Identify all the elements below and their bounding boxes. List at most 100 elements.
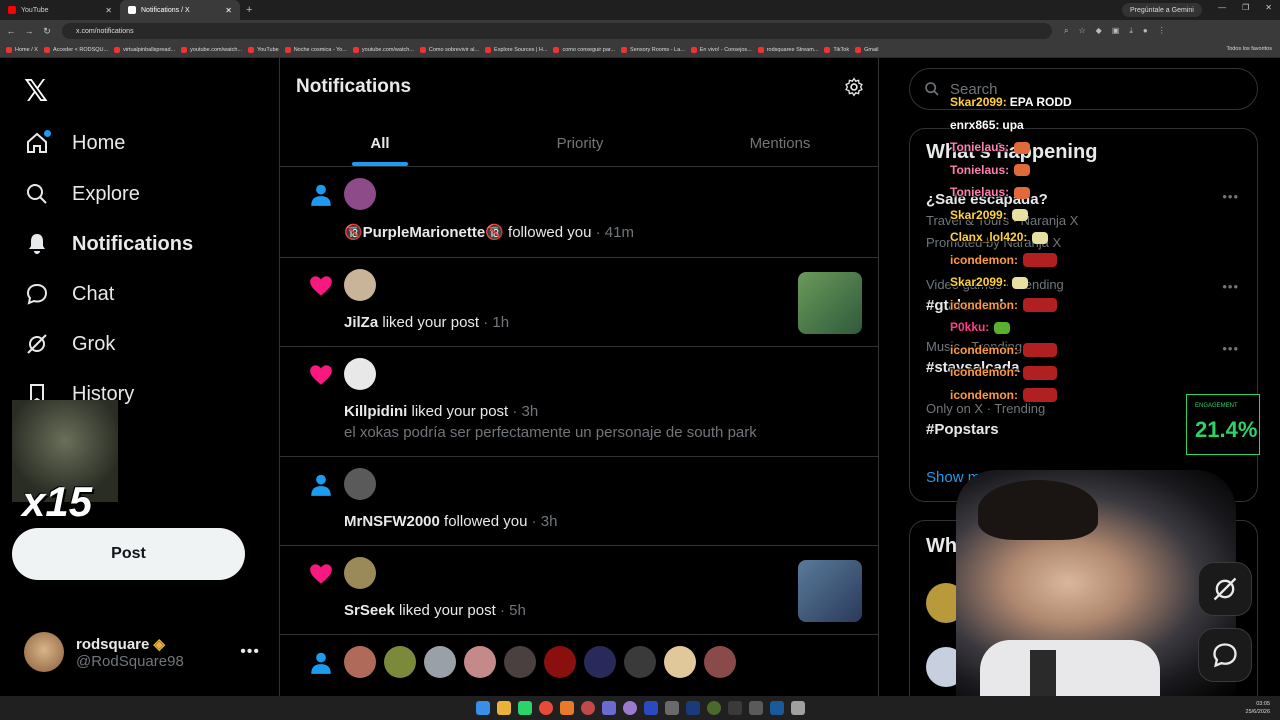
- x-logo-icon[interactable]: 𝕏: [24, 74, 48, 109]
- app-icon[interactable]: [769, 701, 784, 715]
- extension-icon[interactable]: ◆: [1096, 26, 1102, 36]
- zoom-icon[interactable]: ⌕: [1064, 26, 1068, 36]
- app-icon[interactable]: [685, 701, 700, 715]
- bookmark-item[interactable]: youtube.com/watch...: [352, 46, 414, 53]
- bookmark-item[interactable]: TikTok: [824, 46, 849, 53]
- post-button[interactable]: Post: [12, 528, 245, 580]
- grok-floating-button[interactable]: [1198, 562, 1252, 616]
- user-name[interactable]: 🔞PurpleMarionette🔞: [344, 224, 504, 241]
- nav-grok[interactable]: Grok: [24, 324, 115, 364]
- nav-explore[interactable]: Explore: [24, 174, 140, 214]
- back-icon[interactable]: ←: [4, 26, 18, 36]
- bookmark-item[interactable]: virtualpinballspread...: [114, 46, 175, 53]
- puzzle-icon[interactable]: ▣: [1112, 26, 1120, 36]
- avatar[interactable]: [344, 468, 376, 500]
- bookmark-item[interactable]: YouTube: [248, 46, 279, 53]
- avatar[interactable]: [344, 646, 376, 678]
- app-icon[interactable]: [622, 701, 637, 715]
- more-icon[interactable]: •••: [1222, 279, 1239, 294]
- user-name[interactable]: MrNSFW2000: [344, 513, 440, 530]
- post-thumbnail[interactable]: [798, 272, 862, 334]
- new-tab-button[interactable]: +: [240, 4, 258, 16]
- user-name[interactable]: JilZa: [344, 314, 378, 331]
- bookmark-item[interactable]: Como sobrevivir al...: [419, 46, 479, 53]
- chrome-icon[interactable]: [538, 701, 553, 715]
- start-icon[interactable]: [475, 701, 490, 715]
- messages-floating-button[interactable]: [1198, 628, 1252, 682]
- reload-icon[interactable]: ↻: [40, 26, 54, 37]
- more-icon[interactable]: •••: [1222, 341, 1239, 356]
- post-thumbnail[interactable]: [798, 560, 862, 622]
- search-icon[interactable]: [559, 701, 574, 715]
- app-icon[interactable]: [580, 701, 595, 715]
- bookmark-item[interactable]: rodsquaree Stream...: [757, 46, 818, 53]
- avatar[interactable]: [584, 646, 616, 678]
- notification-item[interactable]: SrSeek liked your post · 5h: [280, 547, 878, 635]
- all-bookmarks[interactable]: Todos los favoritos: [1226, 46, 1272, 52]
- avatar[interactable]: [504, 646, 536, 678]
- close-window-icon[interactable]: ✕: [1265, 3, 1272, 12]
- browser-tab-youtube[interactable]: YouTube ✕: [0, 0, 120, 20]
- bookmark-item[interactable]: Acceder < RODSQU...: [43, 46, 108, 53]
- avatar[interactable]: [384, 646, 416, 678]
- notification-item[interactable]: Killpidini liked your post · 3h el xokas…: [280, 348, 878, 457]
- user-name[interactable]: Killpidini: [344, 403, 407, 420]
- close-tab-icon[interactable]: ✕: [225, 6, 232, 15]
- app-icon[interactable]: [664, 701, 679, 715]
- avatar[interactable]: [664, 646, 696, 678]
- app-icon[interactable]: [643, 701, 658, 715]
- notification-item[interactable]: [280, 636, 878, 696]
- app-icon[interactable]: [748, 701, 763, 715]
- bookmark-item[interactable]: Noche cosmica - Yo...: [284, 46, 347, 53]
- download-icon[interactable]: ⤓: [1129, 26, 1133, 36]
- bookmark-item[interactable]: Gmail: [855, 46, 878, 53]
- trend-name[interactable]: #Popstars: [926, 421, 999, 438]
- user-name[interactable]: SrSeek: [344, 602, 395, 619]
- bookmark-item[interactable]: Explore Sources | H...: [485, 46, 547, 53]
- tab-mentions[interactable]: Mentions: [680, 120, 878, 166]
- url-input[interactable]: x.com/notifications: [62, 23, 1052, 39]
- notification-item[interactable]: 🔞PurpleMarionette🔞 followed you · 41m: [280, 168, 878, 258]
- tab-priority[interactable]: Priority: [480, 120, 680, 166]
- tab-all[interactable]: All: [280, 120, 480, 166]
- app-icon[interactable]: [601, 701, 616, 715]
- close-tab-icon[interactable]: ✕: [105, 6, 112, 15]
- app-icon[interactable]: [727, 701, 742, 715]
- star-icon[interactable]: ☆: [1078, 26, 1085, 36]
- nav-home[interactable]: Home: [24, 123, 125, 163]
- more-icon[interactable]: •••: [240, 643, 260, 661]
- bookmark-item[interactable]: Sensory Rooms - La...: [621, 46, 685, 53]
- chat-message: Skar2099:: [950, 275, 1028, 289]
- file-explorer-icon[interactable]: [496, 701, 511, 715]
- profile-icon[interactable]: ●: [1143, 26, 1148, 36]
- nav-notifications[interactable]: Notifications: [24, 224, 193, 264]
- gear-icon[interactable]: [844, 77, 864, 97]
- notification-item[interactable]: MrNSFW2000 followed you · 3h: [280, 458, 878, 546]
- minimize-icon[interactable]: —: [1218, 3, 1226, 12]
- bookmark-item[interactable]: youtube.com/watch...: [181, 46, 242, 53]
- avatar[interactable]: [344, 557, 376, 589]
- app-icon[interactable]: [706, 701, 721, 715]
- avatar[interactable]: [704, 646, 736, 678]
- forward-icon[interactable]: →: [22, 26, 36, 36]
- avatar[interactable]: [624, 646, 656, 678]
- nav-chat[interactable]: Chat: [24, 274, 114, 314]
- account-switcher[interactable]: rodsquare ◈ @RodSquare98 •••: [24, 630, 260, 674]
- bookmark-item[interactable]: como conseguir par...: [553, 46, 615, 53]
- avatar[interactable]: [464, 646, 496, 678]
- more-icon[interactable]: •••: [1222, 189, 1239, 204]
- menu-icon[interactable]: ⋮: [1158, 26, 1166, 36]
- maximize-icon[interactable]: ❐: [1242, 3, 1249, 12]
- bookmark-item[interactable]: En vivo! - Consejos...: [690, 46, 752, 53]
- avatar[interactable]: [344, 178, 376, 210]
- bookmark-item[interactable]: Home / X: [6, 46, 38, 53]
- notification-item[interactable]: JilZa liked your post · 1h: [280, 259, 878, 347]
- avatar[interactable]: [424, 646, 456, 678]
- browser-tab-x[interactable]: Notifications / X ✕: [120, 0, 240, 20]
- avatar[interactable]: [344, 358, 376, 390]
- app-icon[interactable]: [790, 701, 805, 715]
- app-icon[interactable]: [517, 701, 532, 715]
- avatar[interactable]: [544, 646, 576, 678]
- gemini-button[interactable]: Pregúntale a Gemini: [1122, 3, 1202, 17]
- avatar[interactable]: [344, 269, 376, 301]
